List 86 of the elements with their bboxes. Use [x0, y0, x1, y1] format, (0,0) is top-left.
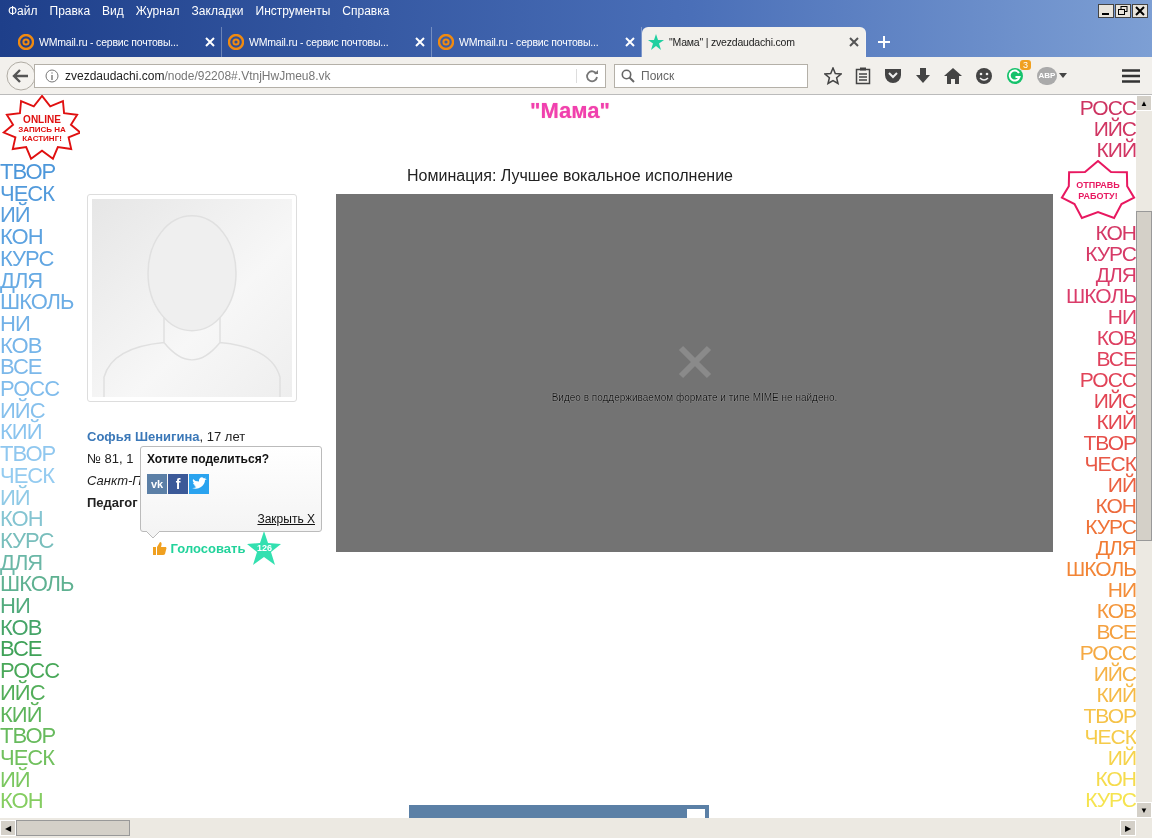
banner-word: ТВОР — [1083, 432, 1136, 453]
nomination-heading: Номинация: Лучшее вокальное исполнение — [407, 167, 733, 185]
banner-word: НИ — [0, 312, 30, 335]
work-title: "Мама" — [530, 98, 610, 124]
browser-tab[interactable]: "Мама" | zvezdaudachi.com — [642, 27, 866, 58]
banner-word: ТВОР — [0, 161, 56, 183]
banner-word: ВСЕ — [1096, 348, 1136, 369]
banner-word: ИЙС — [1093, 118, 1136, 139]
menu-item[interactable]: Файл — [4, 3, 46, 18]
author-age: , 17 лет — [199, 429, 246, 444]
menu-item[interactable]: Журнал — [131, 3, 188, 18]
vote-count: 126 — [256, 543, 272, 553]
banner-word: ДЛЯ — [1095, 264, 1136, 285]
banner-word: ДЛЯ — [0, 551, 43, 574]
banner-word: КОН — [1095, 222, 1136, 243]
banner-word: КУРС — [0, 529, 54, 552]
scroll-left-button[interactable]: ◀ — [0, 820, 16, 836]
popup-title: Хотите поделиться? — [147, 452, 270, 466]
search-field[interactable]: Поиск — [614, 63, 808, 88]
school-text: № 81, 1 — [87, 450, 134, 467]
banner-word: КУРС — [1085, 516, 1136, 537]
menu-item[interactable]: Закладки — [187, 3, 252, 18]
teacher-label: Педагог — [87, 494, 138, 511]
video-error-message: Видео в поддерживаемом формате и типе MIME не найдено. — [551, 391, 838, 403]
banner-word: ВСЕ — [0, 356, 42, 379]
casting-badge[interactable]: ONLINE ЗАПИСЬ НА КАСТИНГ! — [0, 95, 80, 161]
notification-badge: 3 — [1020, 59, 1031, 70]
banner-word: ТВОР — [0, 443, 56, 465]
banner-word: ИЙ — [0, 768, 30, 791]
banner-word: ТВОР — [0, 725, 56, 747]
banner-word: ШКОЛЬ — [1066, 558, 1136, 579]
horizontal-scrollbar[interactable]: ◀ ▶ — [0, 818, 1152, 838]
menu-item[interactable]: Вид — [98, 3, 132, 18]
banner-word: КУРС — [1085, 243, 1136, 264]
send-work-badge[interactable]: ОТПРАВЬ РАБОТУ! — [1060, 160, 1136, 222]
banner-word: ШКОЛЬ — [0, 291, 74, 313]
banner-word: ШКОЛЬ — [0, 573, 74, 596]
banner-word: ИЙ — [1107, 747, 1136, 768]
banner-word: КИЙ — [1096, 411, 1136, 432]
banner-word: КОН — [1095, 768, 1136, 789]
address-field[interactable]: zvezdaudachi.com/node/92208#.VtnjHwJmeu8.vk — [34, 63, 606, 88]
menu-item[interactable]: Инструменты — [251, 3, 339, 18]
banner-word: РОСС — [1079, 97, 1136, 118]
banner-word: НИ — [1107, 579, 1136, 600]
banner-word: КОВ — [0, 616, 42, 639]
banner-word: ИЙ — [0, 486, 30, 509]
banner-word: КИЙ — [1096, 684, 1136, 705]
banner-word: КУРС — [1085, 789, 1136, 810]
scroll-right-button[interactable]: ▶ — [1120, 820, 1136, 836]
banner-word: ИЙ — [1107, 474, 1136, 495]
vertical-scrollbar[interactable]: ▲ ▼ — [1136, 95, 1152, 818]
banner-word: ДЛЯ — [1095, 537, 1136, 558]
banner-word: КИЙ — [0, 421, 42, 444]
banner-word: НИ — [1107, 306, 1136, 327]
banner-word: ТВОР — [1083, 705, 1136, 726]
banner-word: ИЙ — [0, 204, 30, 227]
banner-word: ИЙС — [1093, 390, 1136, 411]
facebook-share-button[interactable]: f — [168, 474, 188, 494]
banner-word: ШКОЛЬ — [1066, 285, 1136, 306]
banner-word: КОН — [0, 790, 43, 813]
banner-word: КИЙ — [0, 703, 42, 726]
vk-share-button[interactable]: vk — [147, 474, 167, 494]
banner-word: ДЛЯ — [0, 269, 43, 292]
banner-word: КУРС — [0, 247, 54, 270]
banner-word: КИЙ — [1096, 139, 1136, 160]
banner-word: ЧЕСК — [1084, 726, 1136, 747]
menu-item[interactable]: Справка — [338, 3, 398, 18]
banner-word: КОВ — [0, 334, 42, 357]
banner-word: КОВ — [1096, 600, 1136, 621]
banner-word: РОСС — [1079, 369, 1136, 390]
banner-word: КОН — [0, 226, 43, 248]
banner-word: РОСС — [1079, 642, 1136, 663]
banner-word: КОВ — [1096, 327, 1136, 348]
author-name-link[interactable]: Софья Шенигина — [87, 429, 200, 444]
banner-word: НИ — [0, 595, 30, 617]
banner-word: КОН — [0, 508, 43, 530]
banner-word: ВСЕ — [0, 638, 42, 661]
scroll-down-button[interactable]: ▼ — [1136, 802, 1152, 818]
close-link[interactable]: Закрыть X — [257, 512, 315, 526]
menu-item[interactable]: Правка — [45, 3, 99, 18]
banner-word: ИЙС — [1093, 663, 1136, 684]
banner-word: ЧЕСК — [1084, 453, 1136, 474]
scroll-up-button[interactable]: ▲ — [1136, 95, 1152, 111]
banner-word: ВСЕ — [1096, 621, 1136, 642]
banner-word: КОН — [1095, 495, 1136, 516]
video-player[interactable]: Видео в поддерживаемом формате и типе MIME не найдено. — [336, 194, 1053, 552]
